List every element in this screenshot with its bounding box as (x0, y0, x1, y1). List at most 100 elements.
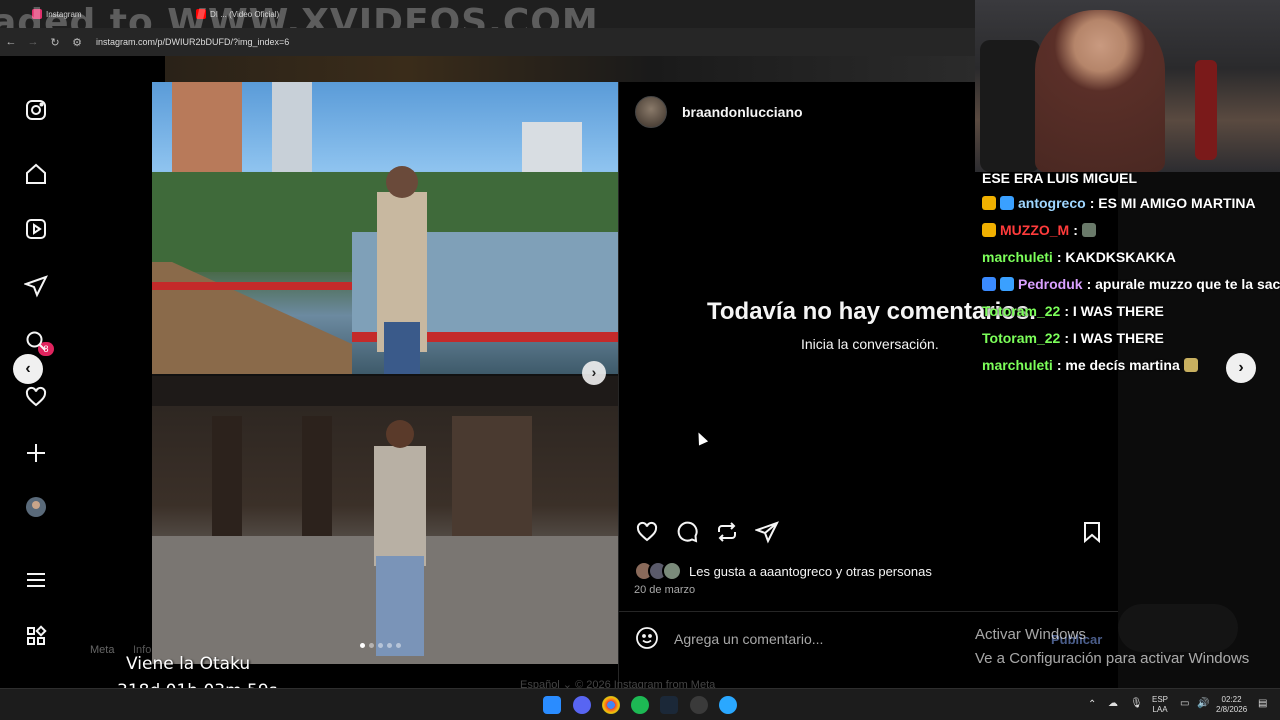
meta-link[interactable]: Meta (90, 644, 114, 656)
chat-username: antogreco (1018, 195, 1086, 211)
notification-icon[interactable]: ▤ (1258, 699, 1267, 709)
like-icon[interactable] (635, 520, 659, 544)
streamer (1035, 10, 1165, 172)
gaming-chair (980, 40, 1040, 172)
avatar (662, 561, 682, 581)
badge-icon (982, 277, 996, 291)
obs-icon[interactable] (690, 696, 708, 714)
chat-text: : I WAS THERE (1064, 303, 1164, 319)
carousel-dot (369, 643, 374, 648)
webcam-overlay (975, 0, 1280, 172)
forward-icon[interactable]: → (22, 36, 44, 48)
messages-icon[interactable] (22, 272, 50, 300)
menu-icon[interactable] (22, 566, 50, 594)
back-icon[interactable]: ← (0, 36, 22, 48)
chat-text: : KAKDKSKAKKA (1056, 249, 1176, 265)
chat-text: : me decís martina (1056, 357, 1180, 373)
clock-time: 02:22 (1221, 695, 1242, 704)
tray-chevron-icon[interactable]: ⌃ (1088, 700, 1096, 710)
chat-username: Totoram_22 (982, 330, 1061, 346)
instagram-icon[interactable] (22, 96, 50, 124)
emoji-icon[interactable] (635, 626, 659, 650)
chat-message: MUZZO_M : (982, 218, 1096, 242)
chat-message: Pedroduk : apurale muzzo que te la sac (982, 272, 1280, 296)
language-indicator[interactable]: ESP LAA (1152, 695, 1168, 715)
likes-summary[interactable]: Les gusta a aaantogreco y otras personas (689, 564, 932, 579)
notifications-icon[interactable] (22, 383, 50, 411)
badge-icon (1000, 196, 1014, 210)
taskbar: ⌃ ☁ 🎙 ESP LAA ▭ 🔊 02:22 2/8/2026 ▤ (0, 688, 1280, 720)
chat-message: marchuleti : me decís martina (982, 353, 1198, 377)
reload-icon[interactable]: ↻ (44, 36, 66, 49)
chat-text: : I WAS THERE (1064, 330, 1164, 346)
steam-icon[interactable] (660, 696, 678, 714)
chat-message: ESE ERA LUIS MIGUEL (982, 166, 1137, 190)
chat-message: antogreco : ES MI AMIGO MARTINA (982, 191, 1256, 215)
reels-icon[interactable] (22, 215, 50, 243)
chat-username: marchuleti (982, 357, 1053, 373)
chat-username: marchuleti (982, 249, 1053, 265)
apps-icon[interactable] (22, 622, 50, 650)
chat-text: ESE ERA LUIS MIGUEL (982, 170, 1138, 186)
windows-start-icon[interactable] (543, 696, 561, 714)
likes-avatars[interactable] (634, 561, 686, 581)
chat-text: : ES MI AMIGO MARTINA (1089, 195, 1256, 211)
author-username[interactable]: braandonlucciano (682, 104, 803, 120)
clock[interactable]: 02:22 2/8/2026 (1216, 695, 1247, 715)
stream-title: Viene la Otaku (126, 654, 251, 674)
crown-icon (982, 223, 996, 237)
app-icon[interactable] (719, 696, 737, 714)
previous-post-button[interactable]: ‹ (13, 354, 43, 384)
divider (618, 611, 1118, 612)
emote-icon (1183, 358, 1198, 372)
activate-windows-title: Activar Windows (975, 626, 1086, 643)
next-slide-button[interactable]: › (582, 361, 606, 385)
chat-message: Totoram_22 : I WAS THERE (982, 299, 1164, 323)
feed-strip (165, 56, 975, 82)
carousel-dot (387, 643, 392, 648)
share-icon[interactable] (754, 520, 779, 544)
chat-text: : apurale muzzo que te la sac (1086, 276, 1280, 292)
profile-icon[interactable] (22, 493, 50, 521)
discord-icon[interactable] (573, 696, 591, 714)
comment-input[interactable] (674, 630, 974, 648)
emote-icon (1081, 223, 1096, 237)
photo-top-image (152, 82, 618, 374)
mic-icon[interactable]: 🎙 (1130, 699, 1143, 709)
badge-icon (1000, 277, 1014, 291)
photo-bottom-image (152, 376, 618, 664)
next-post-button[interactable]: › (1226, 353, 1256, 383)
post-photo[interactable] (152, 82, 618, 664)
carousel-dots (360, 643, 401, 648)
create-icon[interactable] (22, 439, 50, 467)
volume-icon[interactable]: 🔊 (1197, 699, 1209, 709)
carousel-dot (378, 643, 383, 648)
site-info-icon[interactable]: ⚙ (66, 36, 88, 49)
clock-date: 2/8/2026 (1216, 705, 1248, 714)
carousel-dot (396, 643, 401, 648)
search-icon[interactable] (22, 327, 50, 355)
chat-message: Totoram_22 : I WAS THERE (982, 326, 1164, 350)
comment-icon[interactable] (675, 520, 699, 544)
chat-overlay: ESE ERA LUIS MIGUEL antogreco : ES MI AM… (975, 166, 1280, 380)
activate-windows-subtitle: Ve a Configuración para activar Windows (975, 650, 1250, 667)
repost-icon[interactable] (715, 520, 739, 544)
display-icon[interactable]: ▭ (1180, 699, 1189, 709)
chrome-icon[interactable] (602, 696, 620, 714)
spotify-icon[interactable] (631, 696, 649, 714)
url-field[interactable]: instagram.com/p/DWIUR2bDUFD/?img_index=6 (96, 37, 289, 47)
address-bar: ← → ↻ ⚙ instagram.com/p/DWIUR2bDUFD/?img… (0, 28, 975, 56)
chat-text: : (1073, 222, 1078, 238)
start-conversation-text: Inicia la conversación. (801, 336, 939, 352)
browser-tab-bar: Instagram DI ... (Video Oficial) aded to… (0, 0, 975, 43)
suggested-faces[interactable] (1118, 604, 1238, 652)
chat-username: Totoram_22 (982, 303, 1061, 319)
post-date: 20 de marzo (634, 584, 696, 596)
network-icon[interactable]: ☁ (1108, 699, 1118, 709)
save-icon[interactable] (1080, 520, 1104, 544)
author-avatar[interactable] (635, 96, 667, 128)
microphone (1195, 60, 1217, 160)
home-icon[interactable] (22, 160, 50, 188)
carousel-dot (360, 643, 365, 648)
badge-icon (982, 196, 996, 210)
